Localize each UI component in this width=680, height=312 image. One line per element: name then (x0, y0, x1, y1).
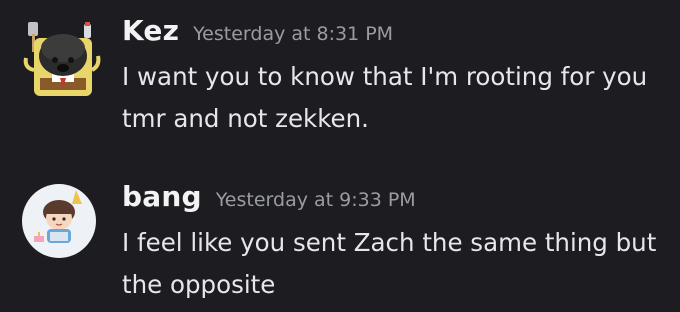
user-avatar[interactable] (22, 184, 96, 258)
user-avatar[interactable] (22, 22, 101, 96)
message-body: bang Yesterday at 9:33 PM I feel like yo… (122, 180, 664, 306)
dog-sponge-avatar-icon (23, 22, 101, 96)
message-body: Kez Yesterday at 8:31 PM I want you to k… (122, 14, 664, 140)
cartoon-boy-avatar-icon (22, 184, 96, 258)
timestamp: Yesterday at 9:33 PM (215, 189, 416, 211)
timestamp: Yesterday at 8:31 PM (193, 23, 394, 45)
username[interactable]: bang (122, 180, 202, 213)
chat-log: Kez Yesterday at 8:31 PM I want you to k… (0, 0, 680, 312)
message-header: Kez Yesterday at 8:31 PM (122, 14, 664, 54)
message-header: bang Yesterday at 9:33 PM (122, 180, 664, 220)
message-text: I feel like you sent Zach the same thing… (122, 228, 657, 299)
username[interactable]: Kez (122, 14, 179, 47)
message-text: I want you to know that I'm rooting for … (122, 62, 648, 133)
